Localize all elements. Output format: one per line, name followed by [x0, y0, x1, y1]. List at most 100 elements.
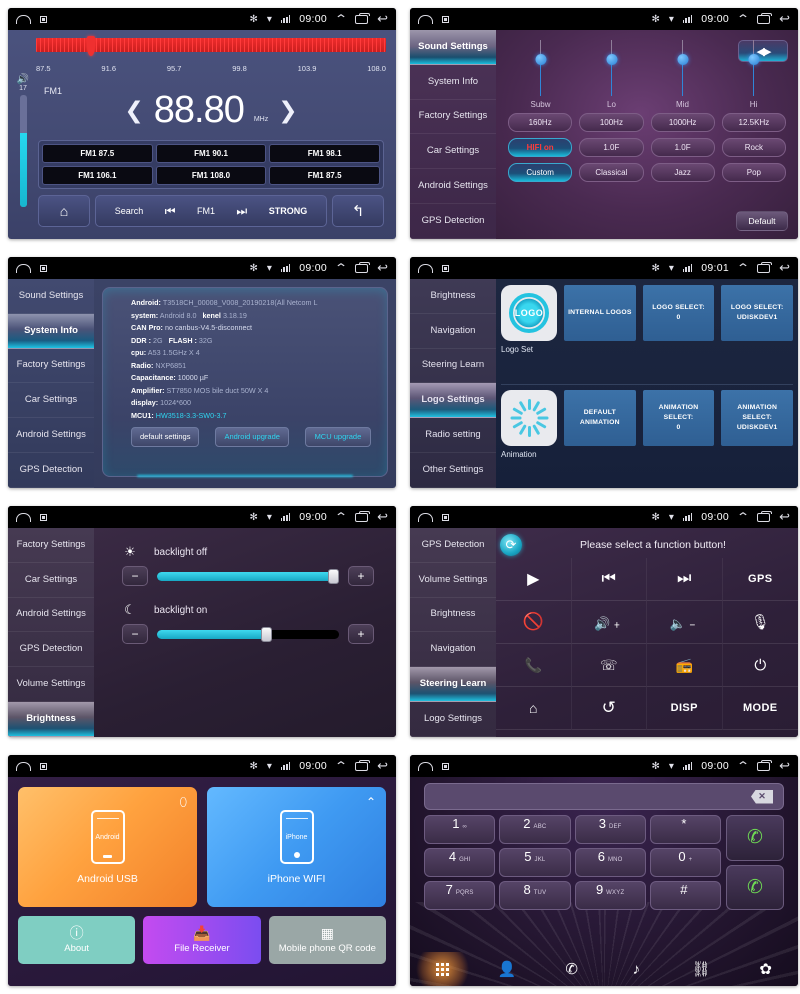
- call-end-icon[interactable]: ☏: [571, 644, 647, 687]
- square-icon[interactable]: [40, 264, 47, 272]
- slider-knob[interactable]: [328, 568, 339, 584]
- eq-slider-hi[interactable]: Hi: [723, 40, 784, 109]
- hangup-icon[interactable]: ✆: [726, 864, 784, 910]
- next-icon[interactable]: ⏭: [647, 558, 723, 601]
- tab-keypad[interactable]: [410, 952, 475, 986]
- square-icon[interactable]: [40, 762, 47, 770]
- call-answer-icon[interactable]: 📞: [496, 644, 572, 687]
- logo-select-0-button[interactable]: LOGO SELECT: 0: [642, 285, 715, 341]
- disp-button[interactable]: DISP: [647, 687, 723, 730]
- animation-thumbnail[interactable]: [501, 390, 557, 446]
- tab-call-history[interactable]: ✆: [539, 952, 604, 986]
- preset-pop-button[interactable]: Pop: [721, 163, 786, 182]
- animation-select-udisk-button[interactable]: ANIMATION SELECT: UDISKDEV1: [721, 390, 794, 446]
- square-icon[interactable]: [40, 15, 47, 23]
- square-icon[interactable]: [442, 15, 449, 23]
- sidebar-item-logo-settings[interactable]: Logo Settings: [410, 383, 496, 419]
- default-button[interactable]: Default: [736, 211, 788, 231]
- window-icon[interactable]: [355, 759, 371, 771]
- refresh-icon[interactable]: ⟳: [500, 534, 522, 556]
- home-icon[interactable]: ⌂: [496, 687, 572, 730]
- default-animation-button[interactable]: DEFAULT ANIMATION: [564, 390, 636, 446]
- tuner-cursor[interactable]: [87, 36, 96, 56]
- sidebar-item-gps-detection[interactable]: GPS Detection: [8, 453, 94, 488]
- band-button[interactable]: FM1: [197, 206, 215, 216]
- key-4[interactable]: 4 GHI: [424, 848, 496, 877]
- power-icon[interactable]: ⏻: [722, 644, 798, 687]
- preset-rock-button[interactable]: Rock: [721, 138, 786, 157]
- eq-knob[interactable]: [748, 54, 759, 65]
- logo-select-udisk-button[interactable]: LOGO SELECT: UDISKDEV1: [721, 285, 794, 341]
- sidebar-item-logo-settings[interactable]: Logo Settings: [410, 702, 496, 737]
- sidebar-item-system-info[interactable]: System Info: [8, 313, 94, 349]
- sidebar-item-volume-settings[interactable]: Volume Settings: [410, 563, 496, 598]
- chevron-up-icon[interactable]: ⌃: [334, 510, 348, 524]
- eq-knob[interactable]: [606, 54, 617, 65]
- chevron-up-icon[interactable]: ⌃: [334, 261, 348, 275]
- chevron-up-icon[interactable]: ⌃: [736, 510, 750, 524]
- preset-button[interactable]: FM1 106.1: [42, 166, 153, 185]
- backlight-off-slider[interactable]: [157, 568, 339, 584]
- gps-button[interactable]: GPS: [722, 558, 798, 601]
- next-button[interactable]: ⏭: [236, 204, 247, 219]
- chevron-up-icon[interactable]: ⌃: [736, 759, 750, 773]
- window-icon[interactable]: [757, 510, 773, 522]
- preset-button[interactable]: FM1 87.5: [42, 144, 153, 163]
- back-icon[interactable]: ↩: [377, 509, 388, 525]
- back-icon[interactable]: ↩: [377, 260, 388, 276]
- preset-button[interactable]: FM1 90.1: [155, 144, 267, 163]
- window-icon[interactable]: [757, 759, 773, 771]
- home-outline-icon[interactable]: [16, 512, 31, 522]
- tuner-strip[interactable]: [36, 36, 386, 62]
- sidebar-item-android-settings[interactable]: Android Settings: [410, 169, 496, 205]
- sidebar-item-factory-settings[interactable]: Factory Settings: [8, 528, 94, 563]
- back-icon[interactable]: ↺: [571, 687, 647, 730]
- logo-set-tile[interactable]: LOGO Logo Set: [501, 285, 557, 354]
- default-settings-button[interactable]: default settings: [131, 426, 200, 447]
- key-9[interactable]: 9 WXYZ: [574, 881, 646, 910]
- window-icon[interactable]: [757, 261, 773, 273]
- freq-button[interactable]: 100Hz: [579, 113, 644, 132]
- eq-knob[interactable]: [535, 54, 546, 65]
- preset-custom-button[interactable]: Custom: [508, 163, 573, 182]
- sidebar-item-car-settings[interactable]: Car Settings: [410, 134, 496, 170]
- home-outline-icon[interactable]: [418, 512, 433, 522]
- eq-slider-subw[interactable]: Subw: [510, 40, 571, 109]
- eq-knob[interactable]: [677, 54, 688, 65]
- iphone-wifi-card[interactable]: ⌃ iPhone iPhone WIFI: [207, 787, 386, 907]
- tab-settings[interactable]: ✿: [733, 952, 798, 986]
- sidebar-item-radio-setting[interactable]: Radio setting: [410, 418, 496, 454]
- sidebar-item-car-settings[interactable]: Car Settings: [8, 383, 94, 419]
- call-icon[interactable]: ✆: [726, 815, 784, 861]
- file-receiver-button[interactable]: 📥 File Receiver: [143, 916, 261, 964]
- internal-logos-button[interactable]: INTERNAL LOGOS: [564, 285, 636, 341]
- animation-select-0-button[interactable]: ANIMATION SELECT: 0: [642, 390, 715, 446]
- key-6[interactable]: 6 MNO: [574, 848, 646, 877]
- key-7[interactable]: 7 PQRS: [424, 881, 496, 910]
- tab-music[interactable]: ♪: [604, 952, 669, 986]
- backlight-off-minus-button[interactable]: −: [122, 566, 148, 586]
- volume-slider[interactable]: [19, 95, 27, 207]
- chevron-up-icon[interactable]: ⌃: [334, 759, 348, 773]
- key-hash[interactable]: #: [649, 881, 721, 910]
- play-icon[interactable]: ▶: [496, 558, 572, 601]
- freq-button[interactable]: 160Hz: [508, 113, 573, 132]
- home-outline-icon[interactable]: [16, 761, 31, 771]
- key-5[interactable]: 5 JKL: [499, 848, 571, 877]
- phone-number-input[interactable]: ✕: [424, 783, 784, 810]
- sidebar-item-other-settings[interactable]: Other Settings: [410, 453, 496, 488]
- sidebar-item-steering-learn[interactable]: Steering Learn: [410, 667, 496, 703]
- sidebar-item-sound-settings[interactable]: Sound Settings: [8, 279, 94, 314]
- chevron-up-icon[interactable]: ⌃: [334, 12, 348, 26]
- volume-control[interactable]: 🔊 17: [14, 74, 32, 207]
- backlight-on-plus-button[interactable]: +: [348, 624, 374, 644]
- window-icon[interactable]: [355, 261, 371, 273]
- radio-icon[interactable]: 📻: [647, 644, 723, 687]
- mode-button[interactable]: MODE: [722, 687, 798, 730]
- gain-button[interactable]: 1.0F: [650, 138, 715, 157]
- back-icon[interactable]: ↩: [779, 11, 790, 27]
- backlight-on-minus-button[interactable]: −: [122, 624, 148, 644]
- sidebar-item-brightness[interactable]: Brightness: [410, 279, 496, 314]
- key-3[interactable]: 3 DEF: [574, 815, 646, 844]
- key-2[interactable]: 2 ABC: [499, 815, 571, 844]
